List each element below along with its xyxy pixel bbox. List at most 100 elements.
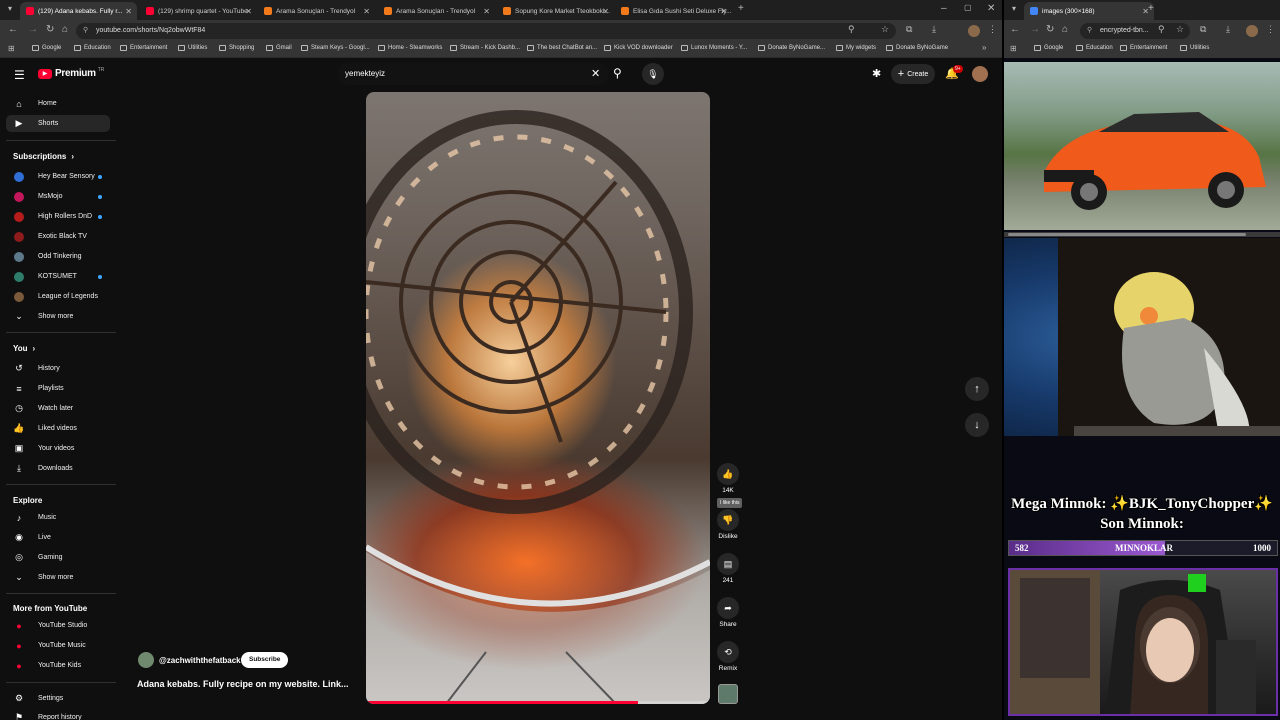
secondary-extensions-icon[interactable]: ⧉ [1200,24,1206,35]
secondary-star-icon[interactable]: ☆ [1176,24,1184,35]
sidebar-item-subscription[interactable]: KOTSUMET [6,268,110,285]
bookmark-item[interactable]: Kick VOD downloader [604,45,673,51]
sidebar-item-subscription[interactable]: League of Legends [6,288,110,305]
bookmark-item[interactable]: Shopping [219,45,254,51]
sidebar-item-you[interactable]: 👍 Liked videos [6,420,110,437]
sidebar-item-subscription[interactable]: MsMojo [6,188,110,205]
hamburger-menu-icon[interactable]: ☰ [14,68,25,82]
channel-name[interactable]: @zachwiththefatback [159,656,241,665]
zoom-icon[interactable]: ⚲ [848,24,855,35]
bookmark-item[interactable]: Gmail [266,45,292,51]
sidebar-item-subscription[interactable]: High Rollers DnD [6,208,110,225]
sidebar-section-you[interactable]: You › [13,344,35,353]
sidebar-item-more[interactable]: ● YouTube Music [6,637,110,654]
site-info-icon[interactable]: ⚲ [83,23,88,39]
secondary-bookmark-item[interactable]: Google [1034,45,1063,51]
sidebar-item-explore[interactable]: ♪ Music [6,509,110,526]
tab-close-icon[interactable]: ✕ [483,7,490,16]
sidebar-section-more[interactable]: More from YouTube [13,604,87,613]
secondary-download-icon[interactable]: ⤓ [1226,24,1230,35]
bookmark-item[interactable]: Stream - Kick Dashb... [450,45,520,51]
back-icon[interactable]: ← [8,24,18,35]
secondary-bookmark-item[interactable]: Utilities [1180,45,1209,51]
window-close-icon[interactable]: ✕ [987,3,995,14]
maximize-icon[interactable]: ▢ [964,3,972,12]
microphone-icon[interactable]: 🎙 [642,63,664,85]
secondary-forward-icon[interactable]: → [1030,24,1040,35]
video-progress-track[interactable] [366,701,710,704]
apps-icon[interactable]: ⊞ [8,44,15,53]
minimize-icon[interactable]: – [941,3,947,14]
sidebar-item-home[interactable]: ⌂ Home [6,95,110,112]
extensions-icon[interactable]: ⧉ [906,24,912,35]
browser-tab[interactable]: Arama Sonuçları - Trendyol ✕ [258,2,375,20]
sidebar-item-you[interactable]: ▣ Your videos [6,440,110,457]
sidebar-item-shorts[interactable]: ▶ Shorts [6,115,110,132]
reload-icon[interactable]: ↻ [46,24,54,35]
remix-button[interactable]: ⟲ Remix [716,641,740,672]
sidebar-item-subscription[interactable]: Exotic Black TV [6,228,110,245]
comments-button[interactable]: ▤ 241 [716,553,740,584]
home-browser-icon[interactable]: ⌂ [62,24,68,35]
sidebar-item-subscription[interactable]: Odd Tinkering [6,248,110,265]
tab-close-icon[interactable]: ✕ [363,7,370,16]
bookmark-item[interactable]: The best ChatBot an... [527,45,597,51]
sidebar-item-explore[interactable]: ◎ Gaming [6,549,110,566]
sidebar-show-more-explore[interactable]: ⌄ Show more [6,569,110,586]
youtube-logo[interactable]: ▶ Premium TR [38,67,104,79]
search-input[interactable]: yemekteyiz [337,63,609,85]
browser-tab[interactable]: Elisa Gıda Sushi Seti Deluxe Fly... ✕ [615,2,732,20]
secondary-tab-search-icon[interactable]: ▾ [1012,4,1016,13]
tab-close-icon[interactable]: ✕ [125,7,132,16]
bookmark-item[interactable]: Donate ByNoGame [886,45,948,51]
add-ons-icon[interactable]: ✱ [872,67,881,80]
secondary-profile-avatar[interactable] [1246,25,1258,37]
sidebar-section-subscriptions[interactable]: Subscriptions › [13,152,74,161]
bookmark-item[interactable]: Lunox Moments - Y... [681,45,747,51]
bookmark-item[interactable]: Home - Steamworks [378,45,442,51]
sidebar-item-explore[interactable]: ◉ Live [6,529,110,546]
secondary-back-icon[interactable]: ← [1010,24,1020,35]
next-short-button[interactable]: ↓ [965,413,989,437]
browser-menu-icon[interactable]: ⋮ [988,24,997,35]
url-input[interactable]: ⚲ youtube.com/shorts/Nq2obwWtF84 [76,23,896,39]
forward-icon[interactable]: → [28,24,38,35]
secondary-bookmark-item[interactable]: Entertainment [1120,45,1167,51]
share-button[interactable]: ➦ Share [716,597,740,628]
tab-close-icon[interactable]: ✕ [720,7,727,16]
bookmark-item[interactable]: My widgets [836,45,876,51]
sidebar-item-you[interactable]: ↺ History [6,360,110,377]
dislike-button[interactable]: 👎 Dislike [716,509,740,540]
bookmark-item[interactable]: Entertainment [120,45,167,51]
sidebar-item-you[interactable]: ⤓ Downloads [6,460,110,477]
sidebar-show-more[interactable]: ⌄ Show more [6,308,110,325]
bookmarks-overflow-icon[interactable]: » [982,43,986,52]
sidebar-item-report[interactable]: ⚑ Report history [6,709,110,720]
channel-avatar[interactable] [138,652,154,668]
download-icon[interactable]: ⤓ [932,24,936,35]
previous-short-button[interactable]: ↑ [965,377,989,401]
sidebar-item-you[interactable]: ≡ Playlists [6,380,110,397]
bookmark-item[interactable]: Education [74,45,111,51]
sidebar-item-more[interactable]: ● YouTube Studio [6,617,110,634]
search-icon[interactable]: ⚲ [613,66,622,80]
browser-tab[interactable]: (129) shrimp quartet - YouTube ✕ [140,2,257,20]
short-video-player[interactable] [366,92,710,704]
new-tab-icon[interactable]: + [738,3,744,14]
secondary-url-input[interactable]: ⚲ encrypted-tbn... [1080,23,1190,39]
sidebar-item-settings[interactable]: ⚙ Settings [6,690,110,707]
sidebar-item-you[interactable]: ◷ Watch later [6,400,110,417]
secondary-site-info-icon[interactable]: ⚲ [1087,23,1092,39]
tab-close-icon[interactable]: ✕ [602,7,609,16]
create-button[interactable]: + Create [891,64,935,84]
browser-tab[interactable]: Arama Sonuçları - Trendyol ✕ [378,2,495,20]
sound-thumbnail[interactable] [718,684,738,704]
secondary-tab[interactable]: images (300×168) ✕ [1024,2,1154,20]
secondary-new-tab-icon[interactable]: + [1148,3,1154,14]
browser-tab[interactable]: (129) Adana kebabs. Fully r... ✕ [20,2,137,20]
scrollbar-thumb[interactable] [1008,233,1246,236]
secondary-zoom-icon[interactable]: ⚲ [1158,24,1165,35]
clear-search-icon[interactable]: ✕ [591,67,600,80]
tab-search-icon[interactable]: ▾ [8,4,12,13]
tab-close-icon[interactable]: ✕ [245,7,252,16]
